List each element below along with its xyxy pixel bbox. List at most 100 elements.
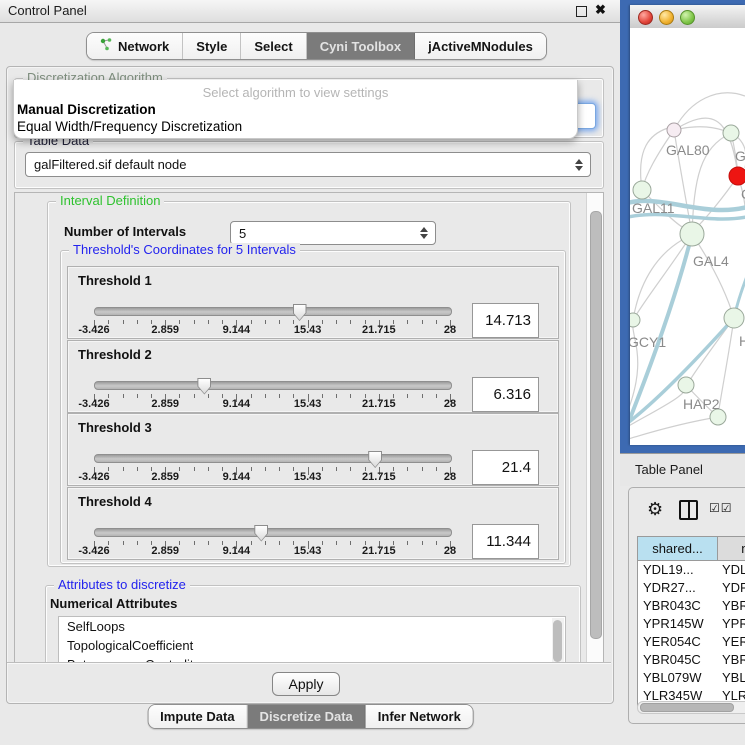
node-label: GA: [735, 148, 745, 164]
table-cell: YPR1: [717, 615, 745, 633]
vertical-scrollbar[interactable]: [586, 193, 603, 662]
network-graph: GAL80GACGAL11GAL4GCY1HHAP2: [630, 28, 745, 445]
slider-thumb[interactable]: [254, 525, 268, 542]
close-traffic-light-icon[interactable]: [638, 10, 653, 25]
table-toolbar: ⚙ ☑☑: [629, 496, 745, 524]
attribute-list-item[interactable]: TopologicalCoefficient: [59, 636, 565, 655]
table-row[interactable]: YBL079WYBL0: [638, 669, 745, 687]
column-header[interactable]: shared...: [637, 536, 718, 561]
table-cell: YDR27...: [638, 579, 717, 597]
apply-button[interactable]: Apply: [272, 672, 340, 696]
float-icon[interactable]: [576, 6, 587, 17]
network-node[interactable]: [680, 222, 704, 246]
network-node[interactable]: [667, 123, 681, 137]
threshold-value-field[interactable]: 11.344: [472, 524, 539, 559]
network-node[interactable]: [724, 308, 744, 328]
table-row[interactable]: YBR043CYBR0: [638, 597, 745, 615]
table-data-value: galFiltered.sif default node: [34, 157, 186, 172]
slider-track[interactable]: [94, 454, 452, 463]
slider-track[interactable]: [94, 381, 452, 390]
numerical-attributes-list[interactable]: SelfLoopsTopologicalCoefficientBetweenne…: [58, 616, 566, 663]
tab-label: Cyni Toolbox: [320, 39, 401, 54]
zoom-traffic-light-icon[interactable]: [680, 10, 695, 25]
threshold-panel: Threshold 2-3.4262.8599.14415.4321.71528…: [67, 340, 559, 413]
slider-tick: [350, 467, 351, 471]
horizontal-scrollbar[interactable]: [637, 701, 745, 714]
threshold-label: Threshold 2: [78, 347, 152, 362]
hscroll-thumb[interactable]: [640, 703, 734, 712]
column-header[interactable]: name: [718, 536, 745, 561]
network-edge: [692, 234, 734, 318]
slider-track[interactable]: [94, 307, 452, 316]
tab-label: Infer Network: [378, 709, 461, 724]
minimize-traffic-light-icon[interactable]: [659, 10, 674, 25]
tick-label: 9.144: [223, 471, 251, 483]
table-row[interactable]: YER054CYER0: [638, 633, 745, 651]
slider-tick: [179, 467, 180, 471]
thresholds-group-title: Threshold's Coordinates for 5 Intervals: [69, 243, 300, 257]
threshold-value-field[interactable]: 14.713: [472, 303, 539, 338]
threshold-panel: Threshold 1-3.4262.8599.14415.4321.71528…: [67, 266, 559, 339]
tab-style[interactable]: Style: [183, 33, 241, 59]
attribute-list-item[interactable]: SelfLoops: [59, 617, 565, 636]
network-node[interactable]: [723, 125, 739, 141]
network-window-titlebar[interactable]: [630, 5, 745, 29]
dropdown-item-equal-width[interactable]: Equal Width/Frequency Discretization: [17, 119, 242, 134]
tick-label: -3.426: [78, 471, 109, 483]
scrollbar-thumb[interactable]: [590, 211, 602, 639]
network-canvas[interactable]: GAL80GACGAL11GAL4GCY1HHAP2: [630, 28, 745, 445]
table-cell: YER0: [717, 633, 745, 651]
tab-network[interactable]: Network: [87, 33, 183, 59]
list-scrollbar[interactable]: [552, 618, 564, 663]
tab-infer-network[interactable]: Infer Network: [366, 705, 473, 728]
table-cell: YBR043C: [638, 597, 717, 615]
close-icon[interactable]: ✖: [595, 2, 606, 18]
threshold-value-field[interactable]: 21.4: [472, 450, 539, 485]
slider-tick: [279, 467, 280, 471]
tab-jactivemnodules[interactable]: jActiveMNodules: [415, 33, 546, 59]
network-node[interactable]: [633, 181, 651, 199]
node-label: GAL80: [666, 142, 710, 158]
tick-label: 2.859: [151, 545, 179, 557]
tab-impute-data[interactable]: Impute Data: [148, 705, 247, 728]
table-data-combobox[interactable]: galFiltered.sif default node: [25, 152, 591, 177]
control-panel-titlebar: Control Panel ✖: [0, 0, 620, 23]
tab-select[interactable]: Select: [241, 33, 306, 59]
table-row[interactable]: YDL19...YDL1: [638, 561, 745, 579]
slider-thumb[interactable]: [368, 451, 382, 468]
select-columns-icon[interactable]: ☑☑: [709, 501, 733, 515]
tick-label: 28: [444, 324, 456, 336]
slider-track[interactable]: [94, 528, 452, 537]
network-node[interactable]: [729, 167, 745, 185]
table-cell: YDL19...: [638, 561, 717, 579]
slider-tick: [279, 541, 280, 545]
slider-tick: [279, 394, 280, 398]
columns-icon[interactable]: [679, 500, 698, 520]
table-row[interactable]: YPR145WYPR1: [638, 615, 745, 633]
dropdown-item-manual[interactable]: Manual Discretization: [17, 102, 156, 117]
slider-tick: [194, 467, 195, 471]
attributes-group-title: Attributes to discretize: [54, 578, 190, 592]
dropdown-prompt: Select algorithm to view settings: [14, 85, 577, 100]
node-label: GAL11: [632, 200, 675, 216]
threshold-value-field[interactable]: 6.316: [472, 377, 539, 412]
slider-tick: [251, 467, 252, 471]
slider-tick: [350, 320, 351, 324]
network-node[interactable]: [630, 313, 640, 327]
table-row[interactable]: YDR27...YDR2: [638, 579, 745, 597]
table-cell: YBL079W: [638, 669, 717, 687]
root: Control Panel ✖ Network Style Select Cyni T…: [0, 0, 745, 745]
gear-icon[interactable]: ⚙: [647, 498, 663, 520]
slider-thumb[interactable]: [293, 304, 307, 321]
tab-cyni-toolbox[interactable]: Cyni Toolbox: [307, 33, 415, 59]
tab-discretize-data[interactable]: Discretize Data: [248, 705, 366, 728]
slider-thumb[interactable]: [197, 378, 211, 395]
table-row[interactable]: YBR045CYBR0: [638, 651, 745, 669]
tab-label: Network: [118, 39, 169, 54]
node-label: C: [741, 186, 745, 202]
network-node[interactable]: [678, 377, 694, 393]
slider-tick: [336, 467, 337, 471]
tab-label: Style: [196, 39, 227, 54]
slider-tick: [422, 467, 423, 471]
slider-tick: [407, 541, 408, 545]
